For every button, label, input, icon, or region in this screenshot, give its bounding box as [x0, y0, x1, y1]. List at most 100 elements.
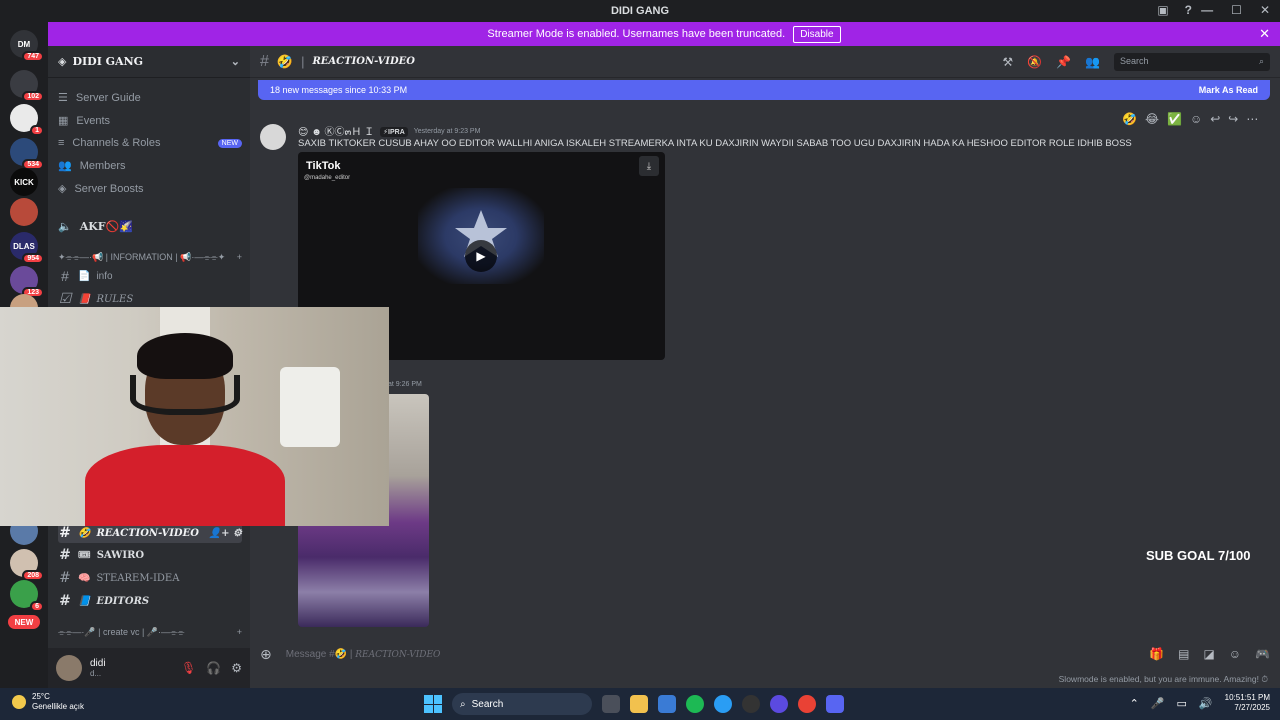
store-icon[interactable] [658, 695, 676, 713]
nav-server-boosts[interactable]: ◈ Server Boosts [58, 182, 242, 196]
server-icon[interactable]: NEW [8, 615, 40, 629]
channel-stearem-idea[interactable]: # 🧠 STEAREM-IDEA [58, 570, 242, 586]
search-input[interactable]: Search ⌕ [1114, 52, 1270, 71]
server-icon[interactable]: DM 747 [10, 30, 44, 62]
chevron-up-icon[interactable]: ⌃ [1130, 697, 1139, 710]
channel-rules[interactable]: ☑ 📕 RULES [58, 291, 242, 307]
edge-icon[interactable] [714, 695, 732, 713]
app-icon[interactable] [770, 695, 788, 713]
spotify-icon[interactable] [686, 695, 704, 713]
volume-icon[interactable]: 🔊 [1199, 697, 1213, 710]
channel-settings-icon[interactable]: 👤+ ⚙ [209, 528, 242, 539]
search-icon: ⌕ [460, 698, 466, 710]
list-icon: ≡ [58, 137, 65, 149]
nav-channels-roles[interactable]: ≡ Channels & Roles NEW [58, 137, 242, 149]
server-icon[interactable]: 123 [10, 266, 44, 298]
file-explorer-icon[interactable] [630, 695, 648, 713]
server-icon[interactable]: 102 [10, 70, 44, 102]
emoji-icon[interactable]: ☺ [1229, 647, 1241, 661]
voice-channel[interactable]: 🔈 AKF🚫🌠 [58, 220, 242, 233]
category-create-vc[interactable]: ⌯⌯—·🎤 | create vc | 🎤·—⌯⌯ + [58, 627, 242, 638]
nav-members[interactable]: 👥 Members [58, 159, 242, 173]
weather-widget[interactable]: 25°C Genellikle açık [12, 692, 84, 712]
mention-badge: 102 [22, 91, 44, 102]
speaker-icon: 🔈 [58, 220, 72, 233]
reply-icon[interactable]: ↩ [1210, 112, 1220, 126]
help-icon[interactable]: ? [1185, 3, 1192, 17]
close-window-button[interactable]: ✕ [1260, 3, 1270, 17]
maximize-button[interactable]: ☐ [1231, 3, 1242, 17]
mark-as-read-button[interactable]: Mark As Read [1199, 85, 1258, 95]
add-attachment-icon[interactable]: ⊕ [260, 646, 272, 663]
channel-label: info [96, 270, 113, 282]
notifications-muted-icon[interactable]: 🔕 [1027, 55, 1042, 69]
server-label: NEW [14, 617, 34, 627]
pin-icon[interactable]: 📌 [1056, 55, 1071, 69]
server-icon[interactable]: 208 [10, 549, 44, 581]
play-button[interactable]: ▶ [465, 240, 497, 272]
network-icon[interactable]: ▭ [1177, 697, 1187, 710]
minimize-button[interactable]: — [1201, 3, 1213, 17]
download-icon[interactable]: ⤓ [639, 156, 659, 176]
threads-icon[interactable]: ⚒ [1002, 55, 1013, 69]
mic-muted-icon[interactable]: 🎙 [181, 661, 196, 675]
more-icon[interactable]: ⋯ [1246, 112, 1258, 126]
task-view-icon[interactable] [602, 695, 620, 713]
chrome-icon[interactable] [798, 695, 816, 713]
server-icon[interactable]: DLAS 954 [10, 232, 44, 264]
gear-icon[interactable]: ⚙ [231, 661, 242, 675]
message-composer[interactable]: ⊕ Message #🤣 | REACTION-VIDEO 🎁 ▤ ◪ ☺ 🎮 [260, 642, 1270, 666]
activity-icon[interactable]: 🎮 [1255, 647, 1270, 661]
channel-sawiro[interactable]: # 🎟 SAWIRO [58, 547, 242, 563]
server-header[interactable]: ◈ DIDI GANG ⌄ [48, 46, 250, 78]
new-messages-bar[interactable]: 18 new messages since 10:33 PM Mark As R… [258, 80, 1270, 100]
gift-icon[interactable]: 🎁 [1149, 647, 1164, 661]
channel-emoji: 📕 [78, 293, 91, 305]
channel-reaction-video[interactable]: # 🤣 REACTION-VIDEO 👤+ ⚙ [58, 523, 242, 543]
hash-icon: # [59, 525, 71, 541]
start-button[interactable] [424, 695, 442, 713]
channel-label: REACTION-VIDEO [96, 527, 199, 539]
avatar[interactable] [56, 655, 82, 681]
sticker-icon[interactable]: ◪ [1203, 647, 1214, 661]
message-timestamp: Yesterday at 9:23 PM [413, 128, 481, 135]
discord-icon[interactable] [826, 695, 844, 713]
avatar[interactable] [260, 124, 286, 150]
clock[interactable]: 10:51:51 PM 7/27/2025 [1225, 693, 1270, 713]
mic-icon[interactable]: 🎤 [1151, 697, 1165, 710]
channel-label: RULES [96, 293, 134, 305]
message-text: SAXIB TIKTOKER CUSUB AHAY OO EDITOR WALL… [298, 138, 1132, 149]
server-icon[interactable]: KICK [10, 168, 38, 196]
server-icon[interactable]: 534 [10, 138, 44, 170]
channel-editors[interactable]: # 📘 EDITORS [58, 593, 242, 609]
reaction-check-icon[interactable]: ✅ [1167, 112, 1182, 126]
headphones-icon[interactable]: 🎧 [206, 661, 221, 675]
server-icon[interactable]: 1 [10, 104, 44, 136]
inbox-icon[interactable]: ▣ [1157, 3, 1168, 17]
add-reaction-icon[interactable]: ☺ [1190, 112, 1202, 126]
mention-badge: 6 [30, 601, 44, 612]
forward-icon[interactable]: ↪ [1228, 112, 1238, 126]
nav-events[interactable]: ▦ Events [58, 114, 242, 128]
server-icon[interactable]: 6 [10, 580, 44, 612]
gif-icon[interactable]: ▤ [1178, 647, 1189, 661]
app-icon[interactable] [742, 695, 760, 713]
add-channel-icon[interactable]: + [237, 627, 242, 638]
nav-server-guide[interactable]: ☰ Server Guide [58, 91, 242, 105]
close-icon[interactable]: ✕ [1259, 26, 1270, 42]
channel-info[interactable]: # 📄 info [58, 268, 242, 284]
separator: | [301, 54, 305, 69]
taskbar-search[interactable]: ⌕ Search [452, 693, 592, 715]
add-channel-icon[interactable]: + [237, 252, 242, 263]
member-list-icon[interactable]: 👥 [1085, 55, 1100, 69]
reaction-laugh-icon[interactable]: 🤣 [1122, 112, 1137, 126]
server-icon[interactable] [10, 198, 38, 226]
category-information[interactable]: ✦⌯⌯—·📢 | INFORMATION | 📢·—⌯⌯✦ + [58, 252, 242, 263]
channel-emoji: 🧠 [78, 572, 91, 584]
members-icon: 👥 [58, 160, 72, 172]
user-status: d... [90, 669, 102, 678]
reaction-smile-icon[interactable]: 😂 [1145, 112, 1159, 126]
disable-streamer-mode-button[interactable]: Disable [793, 25, 841, 43]
composer-placeholder[interactable]: Message #🤣 | REACTION-VIDEO [286, 649, 441, 660]
username: didi [90, 658, 106, 669]
